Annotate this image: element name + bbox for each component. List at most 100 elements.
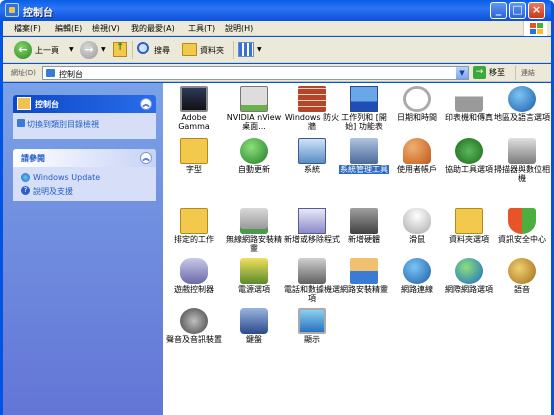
globe-icon: [508, 86, 536, 112]
control-panel-item[interactable]: 掃描器與數位相機: [493, 138, 551, 183]
item-label: 滑鼠: [409, 235, 425, 244]
close-button[interactable]: ×: [528, 2, 545, 19]
control-panel-item[interactable]: 日期和時間: [388, 86, 446, 122]
item-label: 字型: [186, 165, 202, 174]
font-folder-icon: [180, 138, 208, 164]
menu-file[interactable]: 檔案(F): [14, 23, 41, 34]
item-label: 聲音及音訊裝置: [166, 335, 222, 344]
see-also-panel: 請參閱 ︽ Windows Update ? 說明及支援: [13, 149, 156, 201]
folders-button-label[interactable]: 資料夾: [200, 45, 224, 56]
monitor-icon: [180, 86, 208, 112]
menu-favorites[interactable]: 我的最愛(A): [131, 23, 175, 34]
control-panel-item[interactable]: 語音: [493, 258, 551, 294]
back-dropdown-icon[interactable]: ▼: [69, 46, 74, 53]
toolbar-separator: [132, 41, 133, 59]
maximize-button[interactable]: □: [509, 2, 526, 19]
control-panel-item[interactable]: 聲音及音訊裝置: [165, 308, 223, 344]
keyboard-icon: [240, 308, 268, 334]
control-panel-item[interactable]: 排定的工作: [165, 208, 223, 244]
control-panel-item[interactable]: 系統管理工具: [335, 138, 393, 174]
control-panel-item[interactable]: 網際網路選項: [440, 258, 498, 294]
menu-tools[interactable]: 工具(T): [188, 23, 215, 34]
control-panel-item[interactable]: 遊戲控制器: [165, 258, 223, 294]
control-panel-item[interactable]: 自動更新: [225, 138, 283, 174]
phone-icon: [298, 258, 326, 284]
go-button[interactable]: 移至: [489, 67, 505, 78]
item-label: 無線網路安裝精靈: [226, 235, 282, 253]
windows-logo-icon: [523, 21, 547, 36]
links-label[interactable]: 連結: [521, 68, 535, 78]
address-input[interactable]: 控制台 ▼: [42, 66, 469, 80]
control-panel-task-panel: 控制台 ︽ 切換到類別目錄檢視: [13, 95, 156, 139]
control-panel-items: Adobe Gamma NVIDIA nView 桌面... Windows 防火牆…: [163, 83, 551, 415]
control-panel-item[interactable]: 使用者帳戶: [388, 138, 446, 174]
control-panel-item[interactable]: Windows 防火牆: [283, 86, 341, 131]
control-panel-item[interactable]: 地區及語言選項: [493, 86, 551, 122]
control-panel-item[interactable]: 工作列和 [開始] 功能表: [335, 86, 393, 131]
forward-arrow-icon[interactable]: →: [80, 41, 98, 59]
minimize-button[interactable]: _: [490, 2, 507, 19]
item-label: 自動更新: [238, 165, 270, 174]
mouse-icon: [403, 208, 431, 234]
search-button-label[interactable]: 搜尋: [154, 45, 170, 56]
item-label: 語音: [514, 285, 530, 294]
scanner-icon: [508, 138, 536, 164]
collapse-chevron-icon[interactable]: ︽: [140, 98, 152, 110]
up-folder-icon[interactable]: ↑: [113, 42, 127, 57]
control-panel-item[interactable]: 顯示: [283, 308, 341, 344]
search-icon[interactable]: [137, 42, 149, 54]
menu-help[interactable]: 說明(H): [225, 23, 253, 34]
control-panel-panel-icon: [17, 97, 31, 110]
control-panel-item[interactable]: 無線網路安裝精靈: [225, 208, 283, 253]
control-panel-item[interactable]: 資訊安全中心: [493, 208, 551, 244]
control-panel-item[interactable]: Adobe Gamma: [165, 86, 223, 131]
security-shield-icon: [508, 208, 536, 234]
windows-update-link[interactable]: Windows Update: [33, 173, 100, 182]
menu-edit[interactable]: 編輯(E): [55, 23, 82, 34]
collapse-chevron-icon[interactable]: ︽: [140, 152, 152, 164]
switch-category-view-link[interactable]: 切換到類別目錄檢視: [27, 119, 99, 130]
control-panel-item[interactable]: 字型: [165, 138, 223, 174]
accessibility-icon: [455, 138, 483, 164]
hardware-icon: [350, 208, 378, 234]
views-icon[interactable]: [238, 42, 254, 57]
item-label: 地區及語言選項: [494, 113, 550, 122]
back-button-label[interactable]: 上一頁: [35, 45, 59, 56]
folders-icon[interactable]: [182, 43, 197, 56]
control-panel-item[interactable]: 電源選項: [225, 258, 283, 294]
control-panel-item[interactable]: 資料夾選項: [440, 208, 498, 244]
control-panel-item[interactable]: NVIDIA nView 桌面...: [225, 86, 283, 131]
item-label: 網路安裝精靈: [340, 285, 388, 294]
address-bar: 網址(D) 控制台 ▼ → 移至 連結: [3, 64, 551, 82]
item-label: 遊戲控制器: [174, 285, 214, 294]
help-support-link[interactable]: 說明及支援: [33, 186, 73, 197]
item-label: 掃描器與數位相機: [494, 165, 550, 183]
control-panel-item[interactable]: 網路連線: [388, 258, 446, 294]
go-arrow-icon[interactable]: →: [473, 66, 486, 79]
forward-dropdown-icon[interactable]: ▼: [101, 46, 106, 53]
clock-icon: [403, 86, 431, 112]
control-panel-panel-title: 控制台: [35, 100, 59, 109]
see-also-header[interactable]: 請參閱 ︽: [13, 149, 156, 167]
control-panel-panel-header[interactable]: 控制台 ︽: [13, 95, 156, 113]
wireless-icon: [240, 208, 268, 234]
menu-bar: 檔案(F) 編輯(E) 檢視(V) 我的最愛(A) 工具(T) 說明(H): [3, 21, 551, 36]
control-panel-item[interactable]: 系統: [283, 138, 341, 174]
back-arrow-icon[interactable]: ←: [14, 41, 32, 59]
help-icon: ?: [21, 186, 30, 195]
views-dropdown-icon[interactable]: ▼: [257, 46, 262, 53]
menu-view[interactable]: 檢視(V): [92, 23, 120, 34]
item-label: Adobe Gamma: [178, 113, 210, 131]
control-panel-item[interactable]: 鍵盤: [225, 308, 283, 344]
control-panel-item[interactable]: 協助工具選項: [440, 138, 498, 174]
control-panel-item[interactable]: 新增或移除程式: [283, 208, 341, 244]
control-panel-item[interactable]: 電話和數據機選項: [283, 258, 341, 303]
control-panel-item[interactable]: 網路安裝精靈: [335, 258, 393, 294]
title-bar[interactable]: 控制台 _ □ ×: [0, 0, 554, 21]
control-panel-icon: [5, 3, 19, 17]
control-panel-item[interactable]: 新增硬體: [335, 208, 393, 244]
address-dropdown-icon[interactable]: ▼: [456, 67, 468, 79]
admin-tools-icon: [350, 138, 378, 164]
control-panel-item[interactable]: 滑鼠: [388, 208, 446, 244]
control-panel-item[interactable]: 印表機和傳真: [440, 86, 498, 122]
